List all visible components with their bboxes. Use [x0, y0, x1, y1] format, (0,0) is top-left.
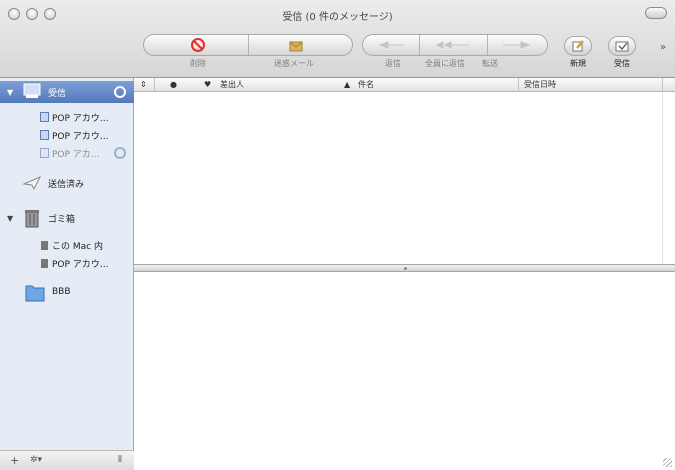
splitter-grip-icon: [404, 267, 407, 270]
sidebar-resize-handle[interactable]: ⦀: [118, 455, 122, 465]
junk-button[interactable]: [276, 36, 316, 54]
sidebar-item-label: POP アカウ…: [52, 259, 109, 270]
new-message-button[interactable]: [564, 36, 592, 56]
reply-all-label: 全員に返信: [425, 59, 465, 68]
column-header-flag[interactable]: ♥: [204, 78, 211, 92]
forward-label: 転送: [482, 59, 498, 68]
disclosure-triangle-icon[interactable]: ▼: [7, 88, 13, 97]
sidebar-item-label: POP アカウ…: [52, 131, 109, 142]
compose-icon: [572, 40, 584, 52]
sidebar-item-label: POP アカ…: [52, 149, 100, 160]
window-title: 受信 (0 件のメッセージ): [282, 12, 393, 23]
sidebar-item-label: 送信済み: [48, 179, 85, 190]
reply-label: 返信: [385, 59, 401, 68]
column-header-from[interactable]: 差出人: [220, 78, 244, 92]
sidebar-item-label: POP アカウ…: [52, 113, 109, 124]
pane-splitter[interactable]: [134, 264, 675, 272]
new-label: 新規: [570, 59, 586, 68]
junk-label: 迷惑メール: [274, 59, 314, 68]
sidebar-item-on-my-mac[interactable]: この Mac 内: [0, 236, 134, 254]
sidebar-bottom-bar: + ✲▾ ⦀: [0, 450, 134, 470]
sidebar-item-label: BBB: [52, 287, 71, 297]
sidebar-item-label: ゴミ箱: [48, 214, 76, 225]
column-header-unread[interactable]: ●: [170, 78, 177, 92]
junk-mail-icon: [289, 41, 303, 52]
action-menu-button[interactable]: ✲▾: [30, 455, 42, 465]
sync-icon: [114, 86, 126, 98]
get-mail-icon: [615, 41, 629, 52]
folder-icon: [25, 285, 45, 302]
paper-plane-icon: [22, 175, 42, 191]
sidebar-item-inbox[interactable]: ▼ 受信: [0, 81, 134, 103]
mail-account-icon: [40, 148, 49, 158]
mail-account-icon: [40, 130, 49, 140]
no-entry-icon: [191, 38, 205, 52]
disclosure-triangle-icon[interactable]: ▼: [7, 214, 13, 223]
window-toolbar: 受信 (0 件のメッセージ) 削除 迷惑メール 返信 全員に返信 転送 新規 受…: [0, 0, 675, 78]
sidebar-item-sent[interactable]: 送信済み: [0, 172, 134, 194]
reply-arrow-icon: [378, 41, 404, 49]
mail-account-icon: [40, 112, 49, 122]
get-mail-button[interactable]: [608, 36, 636, 56]
small-trash-icon: [41, 241, 48, 250]
column-header-subject[interactable]: 件名: [358, 78, 374, 92]
sync-icon: [114, 147, 126, 159]
small-trash-icon: [41, 259, 48, 268]
sidebar-item-trash[interactable]: ▼ ゴミ箱: [0, 206, 134, 230]
delete-label: 削除: [190, 59, 206, 68]
sidebar-item-label: この Mac 内: [52, 241, 103, 252]
reply-all-arrow-icon: [435, 41, 469, 49]
column-header-date-received[interactable]: 受信日時: [524, 78, 556, 92]
mailbox-sidebar: ▼ 受信 POP アカウ… POP アカウ… POP アカ… 送信済み ▼ ゴミ…: [0, 78, 134, 470]
delete-junk-group: [143, 34, 353, 56]
sidebar-item-pop-account[interactable]: POP アカウ…: [0, 108, 134, 126]
sort-ascending-icon: ▲: [344, 80, 351, 89]
message-list-header: ⇕ ● ♥ 差出人 ▲ 件名 受信日時: [134, 78, 675, 92]
trash-can-icon: [25, 210, 39, 228]
message-preview-pane[interactable]: [134, 272, 675, 470]
add-mailbox-button[interactable]: +: [10, 454, 19, 467]
sidebar-item-pop-account[interactable]: POP アカ…: [0, 144, 134, 162]
delete-button[interactable]: [178, 36, 218, 54]
inbox-tray-icon: [23, 83, 41, 98]
forward-button[interactable]: [490, 38, 542, 52]
reply-button[interactable]: [368, 38, 416, 52]
sidebar-item-pop-account[interactable]: POP アカウ…: [0, 126, 134, 144]
reply-all-button[interactable]: [422, 38, 484, 52]
get-mail-label: 受信: [614, 59, 630, 68]
sidebar-item-pop-account[interactable]: POP アカウ…: [0, 254, 134, 272]
toolbar-toggle-button[interactable]: [645, 7, 667, 19]
sidebar-item-folder[interactable]: BBB: [0, 278, 134, 306]
forward-arrow-icon: [503, 41, 531, 49]
sidebar-item-label: 受信: [48, 88, 67, 99]
toolbar-overflow-button[interactable]: »: [660, 42, 666, 53]
message-list[interactable]: [134, 92, 675, 264]
column-header-thread[interactable]: ⇕: [140, 78, 147, 92]
window-resize-grip-icon[interactable]: [663, 458, 672, 467]
